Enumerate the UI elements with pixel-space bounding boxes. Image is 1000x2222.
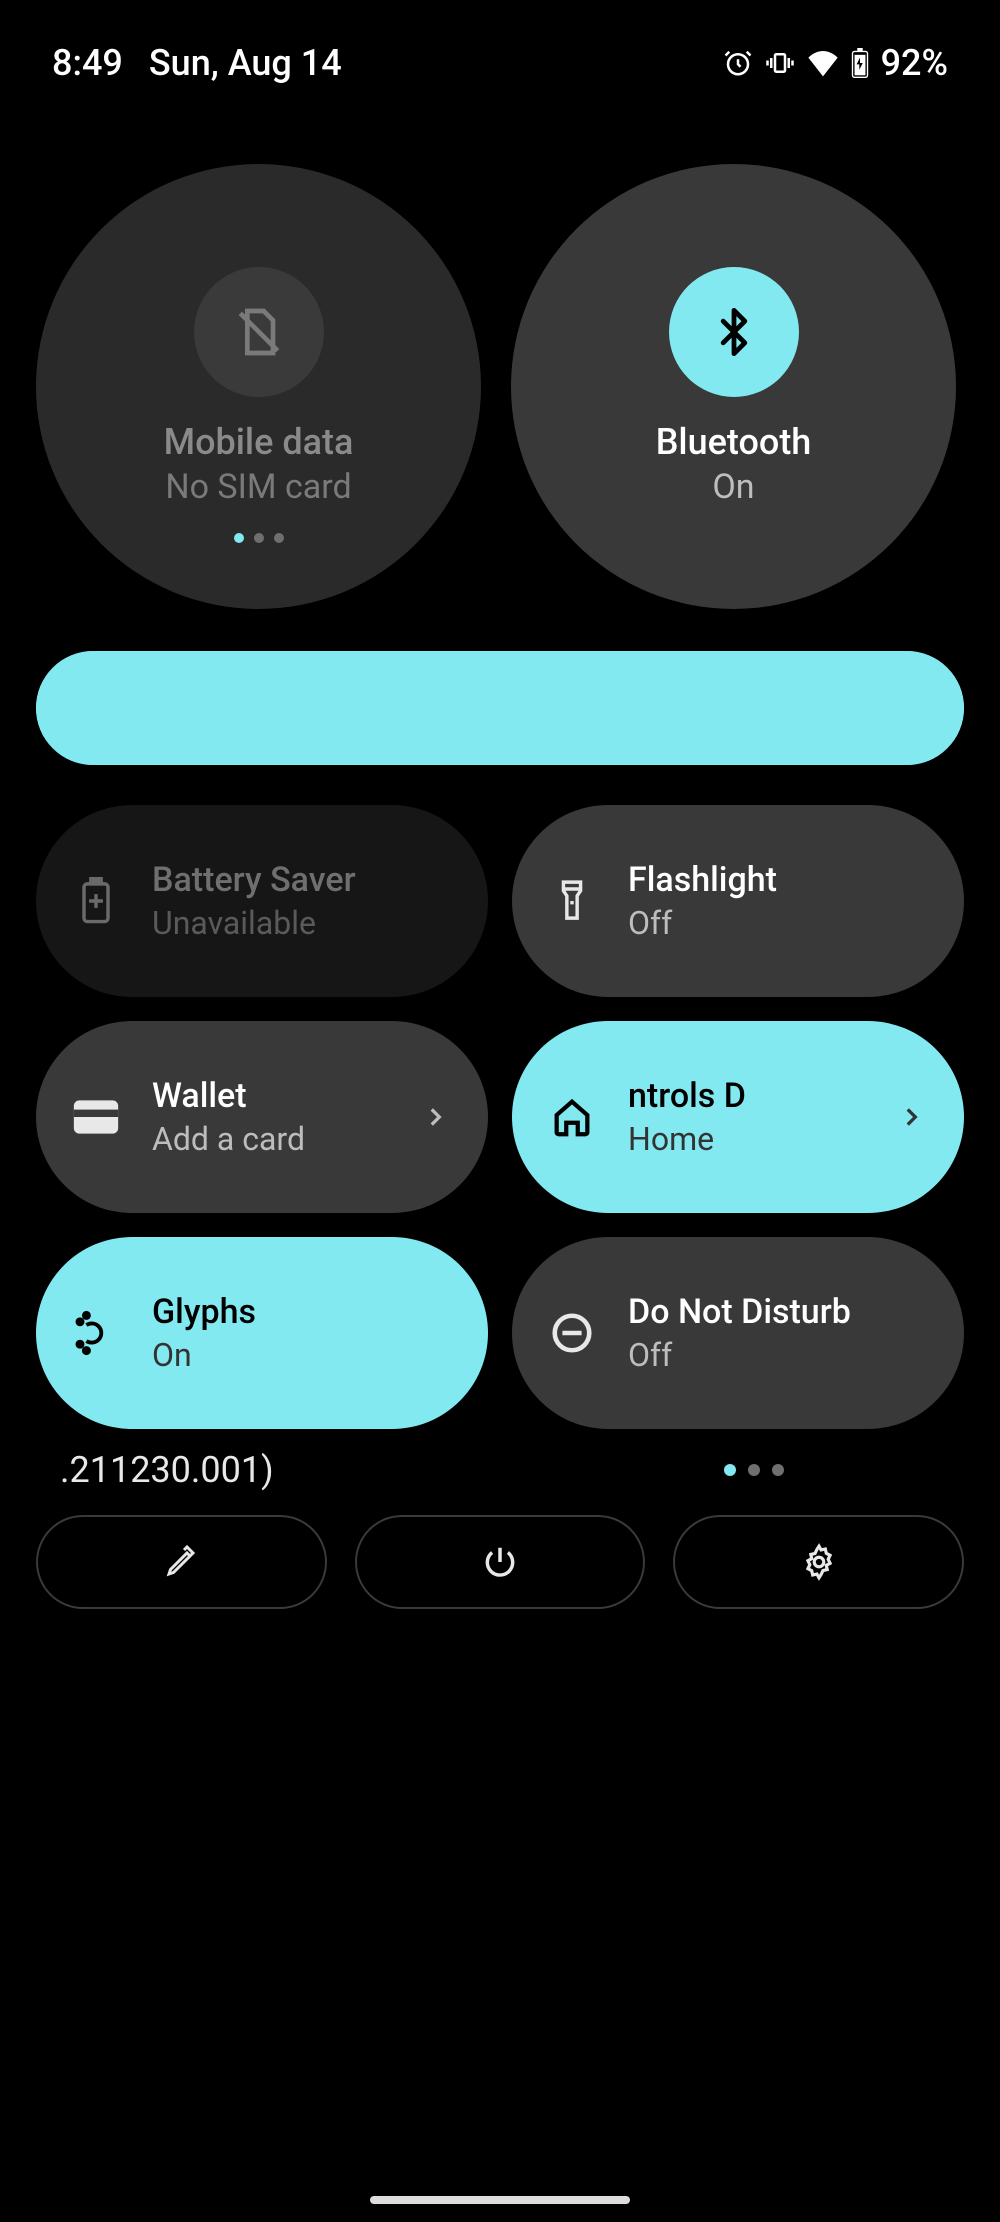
glyphs-title: Glyphs: [152, 1292, 448, 1332]
gear-icon: [800, 1543, 838, 1581]
edit-button[interactable]: [36, 1515, 327, 1609]
status-left: 8:49 Sun, Aug 14: [52, 42, 342, 84]
glyphs-tile[interactable]: Glyphs On: [36, 1237, 488, 1429]
battery-percentage: 92%: [881, 42, 948, 84]
wallet-tile[interactable]: Wallet Add a card: [36, 1021, 488, 1213]
glyphs-sub: On: [152, 1336, 448, 1374]
dnd-tile[interactable]: Do Not Disturb Off: [512, 1237, 964, 1429]
device-controls-title: ntrols D: [628, 1076, 872, 1116]
wallet-sub: Add a card: [152, 1120, 396, 1158]
brightness-slider[interactable]: [36, 651, 964, 765]
device-controls-tile[interactable]: ntrols D Home: [512, 1021, 964, 1213]
status-date: Sun, Aug 14: [149, 42, 342, 84]
chevron-right-icon: [422, 1104, 448, 1130]
dnd-title: Do Not Disturb: [628, 1292, 924, 1332]
flashlight-icon: [542, 877, 602, 925]
status-right: 92%: [723, 42, 948, 84]
build-number: .211230.001): [60, 1449, 724, 1491]
home-icon: [542, 1094, 602, 1140]
mobile-data-tile[interactable]: Mobile data No SIM card: [36, 164, 481, 609]
battery-saver-tile[interactable]: Battery Saver Unavailable: [36, 805, 488, 997]
brightness-fill: [36, 651, 964, 765]
qs-tile-grid: Battery Saver Unavailable Flashlight Off…: [0, 765, 1000, 1429]
power-button[interactable]: [355, 1515, 646, 1609]
status-time: 8:49: [52, 42, 123, 84]
bluetooth-icon: [669, 267, 799, 397]
vibrate-icon: [765, 48, 795, 78]
pencil-icon: [163, 1544, 199, 1580]
mobile-data-title: Mobile data: [164, 421, 354, 463]
qs-page-dots[interactable]: [724, 1464, 784, 1476]
qs-large-tiles: Mobile data No SIM card Bluetooth On: [0, 84, 1000, 609]
qs-footer-actions: [0, 1491, 1000, 1609]
wifi-icon: [807, 49, 839, 77]
build-row: .211230.001): [0, 1429, 1000, 1491]
battery-saver-sub: Unavailable: [152, 904, 448, 942]
wallet-icon: [66, 1098, 126, 1136]
status-bar: 8:49 Sun, Aug 14 92%: [0, 0, 1000, 84]
flashlight-tile[interactable]: Flashlight Off: [512, 805, 964, 997]
chevron-right-icon: [898, 1104, 924, 1130]
wallet-title: Wallet: [152, 1076, 396, 1116]
no-sim-icon: [194, 267, 324, 397]
bluetooth-sub: On: [712, 467, 754, 507]
dnd-icon: [542, 1310, 602, 1356]
bluetooth-title: Bluetooth: [656, 421, 812, 463]
mobile-data-page-dots: [234, 533, 284, 543]
flashlight-sub: Off: [628, 904, 924, 942]
battery-charging-icon: [851, 48, 869, 78]
power-icon: [481, 1543, 519, 1581]
gesture-bar[interactable]: [370, 2196, 630, 2204]
flashlight-title: Flashlight: [628, 860, 924, 900]
mobile-data-sub: No SIM card: [165, 467, 351, 507]
device-controls-sub: Home: [628, 1120, 872, 1158]
glyphs-icon: [66, 1309, 126, 1357]
settings-button[interactable]: [673, 1515, 964, 1609]
battery-saver-title: Battery Saver: [152, 860, 448, 900]
dnd-sub: Off: [628, 1336, 924, 1374]
bluetooth-tile[interactable]: Bluetooth On: [511, 164, 956, 609]
alarm-icon: [723, 48, 753, 78]
battery-saver-icon: [66, 877, 126, 925]
